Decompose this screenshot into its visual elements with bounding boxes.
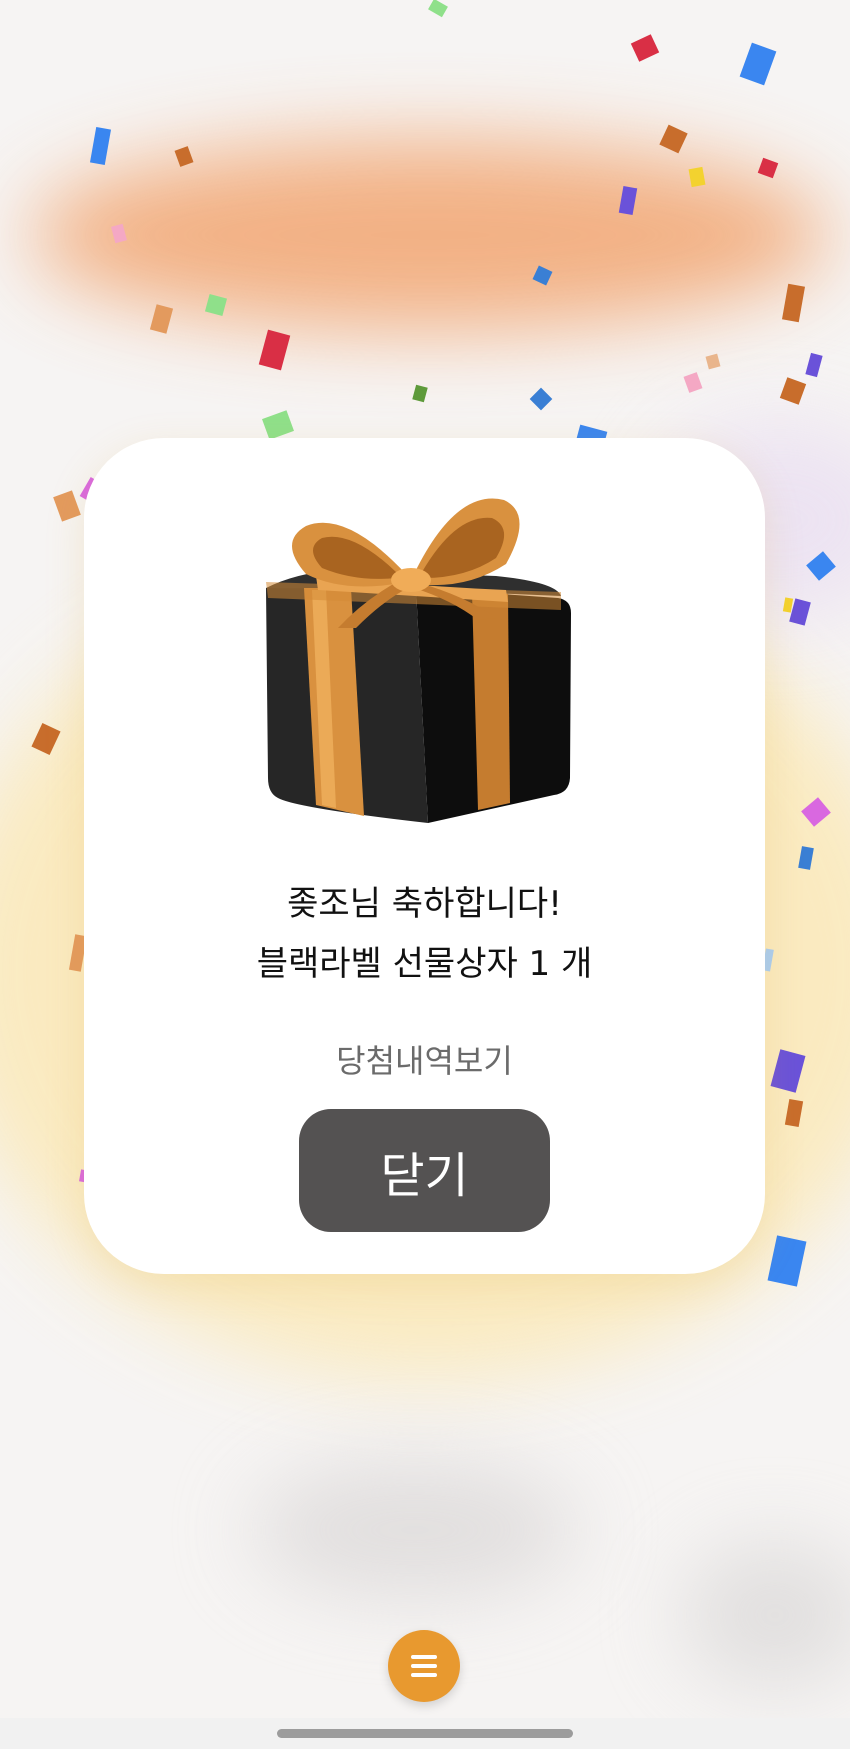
menu-fab-button[interactable] [388, 1630, 460, 1702]
confetti-piece [532, 265, 553, 286]
prize-dialog: 좆조님 축하합니다! 블랙라벨 선물상자 1 개 당첨내역보기 닫기 [84, 438, 765, 1274]
confetti-piece [53, 490, 81, 522]
confetti-piece [739, 42, 777, 86]
home-indicator[interactable] [277, 1729, 573, 1738]
confetti-piece [412, 384, 428, 403]
confetti-piece [770, 1049, 806, 1093]
confetti-piece [31, 722, 61, 756]
confetti-piece [757, 157, 779, 179]
confetti-piece [618, 185, 638, 216]
confetti-piece [174, 146, 194, 167]
confetti-piece [806, 551, 836, 581]
view-winning-history-link[interactable]: 당첨내역보기 [84, 1036, 765, 1082]
confetti-piece [779, 377, 807, 405]
prize-text: 블랙라벨 선물상자 1 개 [256, 944, 593, 984]
confetti-piece [659, 124, 688, 154]
hamburger-menu-icon [411, 1655, 437, 1677]
confetti-piece [630, 34, 660, 62]
confetti-piece [782, 283, 805, 323]
confetti-piece [683, 372, 703, 393]
confetti-piece [784, 1098, 804, 1128]
confetti-piece [89, 126, 112, 166]
gift-box-icon [266, 498, 571, 823]
confetti-piece [258, 329, 291, 371]
confetti-piece [149, 304, 174, 334]
confetti-piece [204, 293, 228, 317]
confetti-piece [798, 846, 814, 870]
confetti-piece [705, 353, 721, 370]
confetti-piece [428, 0, 448, 18]
confetti-piece [688, 166, 706, 188]
confetti-piece [767, 1235, 807, 1287]
confetti-piece [262, 410, 294, 440]
confetti-piece [529, 387, 553, 411]
close-button[interactable]: 닫기 [299, 1109, 550, 1232]
confetti-piece [801, 797, 831, 827]
confetti-piece [111, 223, 127, 244]
confetti-piece [805, 352, 823, 378]
congratulations-text: 좆조님 축하합니다! [287, 884, 562, 924]
